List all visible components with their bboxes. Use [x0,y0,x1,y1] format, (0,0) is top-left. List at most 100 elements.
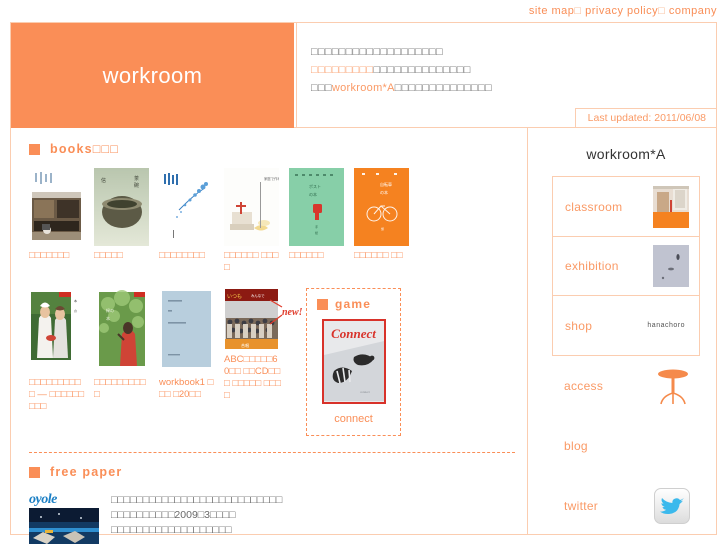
svg-text:家庭で作れる: 家庭で作れる [264,176,279,181]
sidebar-item-exhibition[interactable]: exhibition [552,236,700,296]
book-cover-orange-bicycle: 自転車の本 旅 [354,168,409,246]
book-item[interactable]: いつも みんなで 合唱 new! ABC□□□□□60□□ □□CD□□□ □□… [224,288,303,402]
svg-text:の本: の本 [380,189,388,195]
page-frame: workroom □□□□□□□□□□□□□□□□□□□ □□□□□□□□□□□… [10,22,717,544]
svg-text:碗: 碗 [134,182,139,189]
game-section-heading: game [317,297,390,311]
svg-text:new!: new! [282,307,303,318]
sidebar-item-shop[interactable]: shop hanachoro [552,296,700,356]
nav-link-site-map[interactable]: site map [529,5,575,17]
header-desc-rest: □□□□□□□□□□□□□□ [373,64,471,76]
free-paper-line-2: □□□□□□□□□□2009□3□□□□ [111,509,236,521]
book-cover-blue-branch [159,168,214,246]
book-item[interactable]: workbook1 □□□ □20□□ [159,288,214,401]
book-caption: □□□□□□□□□□ [94,377,146,400]
svg-text:connect: connect [360,390,370,394]
sidebar-item-label: classroom [565,199,623,214]
header-desc-post: □□□□□□□□□□□□□□ [394,82,492,94]
svg-text:合唱: 合唱 [241,342,249,348]
books-row-2: 本の □□□□□□□□□□ — □□□□□□□□□ 緑の 本 □□□□□□□□□… [29,288,515,436]
book-cover-workbook1 [159,288,214,373]
header-desc-accent: □□□□□□□□□ [311,64,374,76]
top-navigation: site map□ privacy policy□ company [529,5,717,17]
exhibition-photo [653,245,689,287]
twitter-bird-glyph [660,498,684,515]
sidebar-item-label: twitter [564,499,599,513]
game-heading-label: game [335,297,372,311]
sidebar-item-label: access [564,379,604,393]
book-item[interactable]: 茶碗 信 □□□□□ [94,168,149,274]
book-caption: workbook1 □□□ □20□□ [159,377,214,400]
nav-link-company[interactable]: company [669,5,717,17]
book-caption: ABC□□□□□60□□ □□CD□□□ □□□□□ □□□□ [224,354,281,401]
nav-link-privacy-policy[interactable]: privacy policy [585,5,658,17]
book-item[interactable]: 本の □□□□□□□□□□ — □□□□□□□□□ [29,288,84,413]
site-logo-block[interactable]: workroom [11,23,294,128]
book-cover-house [29,168,84,246]
book-item[interactable]: □□□□□□□ [29,168,84,274]
book-item[interactable]: 自転車 の本 旅 □□□□□□ □□ [354,168,409,274]
oyole-photo [29,508,99,544]
book-cover-crowd: いつも みんなで 合唱 [224,288,279,350]
classroom-photo [653,185,689,228]
sidebar-title: workroom*A [586,146,666,162]
site-logo-text: workroom [102,62,203,88]
orange-square-icon [29,466,40,478]
game-label[interactable]: connect [317,413,390,425]
free-paper-line-1: □□□□□□□□□□□□□□□□□□□□□□□□□□□ [111,494,283,506]
book-caption: □□□□□□□□□□ — □□□□□□□□□ [29,377,84,412]
free-paper-description: □□□□□□□□□□□□□□□□□□□□□□□□□□□ □□□□□□□□□□20… [111,491,282,538]
twitter-bird-icon[interactable] [654,488,690,524]
book-cover-green-leaves: 緑の本 [94,288,149,373]
connect-game-card[interactable]: Connect connect [321,319,386,404]
svg-text:手: 手 [315,224,318,229]
main-content: books□□□ □□□□□□□ 茶 碗 信 □□□□□ □□□□□□□□ 家庭… [11,128,527,544]
free-paper-heading-label: free paper [50,465,123,479]
svg-text:旅: 旅 [381,226,384,231]
book-cover-green-mailbox: ポストの本 手紙 [289,168,344,246]
sidebar-item-blog[interactable]: blog [552,416,700,476]
book-cover-bowl: 茶碗 信 [94,168,149,246]
sidebar-item-access[interactable]: access [552,356,700,416]
oyole-thumbnail[interactable]: oyole [29,491,99,544]
svg-text:本: 本 [74,298,77,303]
connect-card-title: Connect [331,326,376,341]
sidebar-item-label: shop [565,318,593,333]
book-item[interactable]: ポスト の本 手紙 □□□□□□ [289,168,344,274]
nav-separator: □ [658,5,666,17]
books-section-heading: books□□□ [29,142,515,156]
book-caption: □□□□□□□□ [159,250,205,261]
book-cover-cake: 家庭で作れる [224,168,279,246]
sidebar-item-twitter[interactable]: twitter [552,476,700,536]
site-header: workroom □□□□□□□□□□□□□□□□□□□ □□□□□□□□□□□… [11,23,716,128]
free-paper-section-heading: free paper [29,465,515,479]
book-caption: □□□□□□ □□□□ [224,250,279,273]
page-root: site map□ privacy policy□ company workro… [0,0,727,545]
book-caption: □□□□□□ [289,250,324,261]
book-cover-chef-couple: 本の [29,288,84,373]
book-item[interactable]: 家庭で作れる □□□□□□ □□□□ [224,168,279,274]
sidebar: workroom*A classroom exhibition shop han… [528,128,716,534]
svg-text:の: の [74,309,77,313]
svg-text:みんなで: みんなで [251,293,265,298]
free-paper-line-3: □□□□□□□□□□□□□□□□□□□ [111,524,232,536]
sidebar-item-label: exhibition [565,259,619,273]
sidebar-item-classroom[interactable]: classroom [552,176,700,236]
shop-logo-text: hanachoro [647,322,685,329]
table-stand-icon [658,369,688,405]
book-item[interactable]: 緑の本 □□□□□□□□□□ [94,288,149,401]
svg-text:紙: 紙 [315,230,318,235]
books-heading-label: books□□□ [50,142,120,156]
svg-text:緑の: 緑の [106,307,114,313]
books-row-1: □□□□□□□ 茶碗信 □□□□□ □□□□□□□□ 家庭で作 □□□□□□ □… [29,168,515,274]
svg-text:茶: 茶 [134,175,139,182]
oyole-logo-text: oyole [29,491,99,508]
header-desc-line-1: □□□□□□□□□□□□□□□□□□□ [311,46,443,58]
book-item[interactable]: □□□□□□□□ [159,168,214,274]
svg-text:ポスト: ポスト [309,183,321,189]
book-caption: □□□□□ [94,250,123,261]
book-caption: □□□□□□□ [29,250,70,261]
game-section: game Connect connect connect [306,288,401,436]
book-caption: □□□□□□ □□ [354,250,403,261]
section-divider [29,452,515,453]
